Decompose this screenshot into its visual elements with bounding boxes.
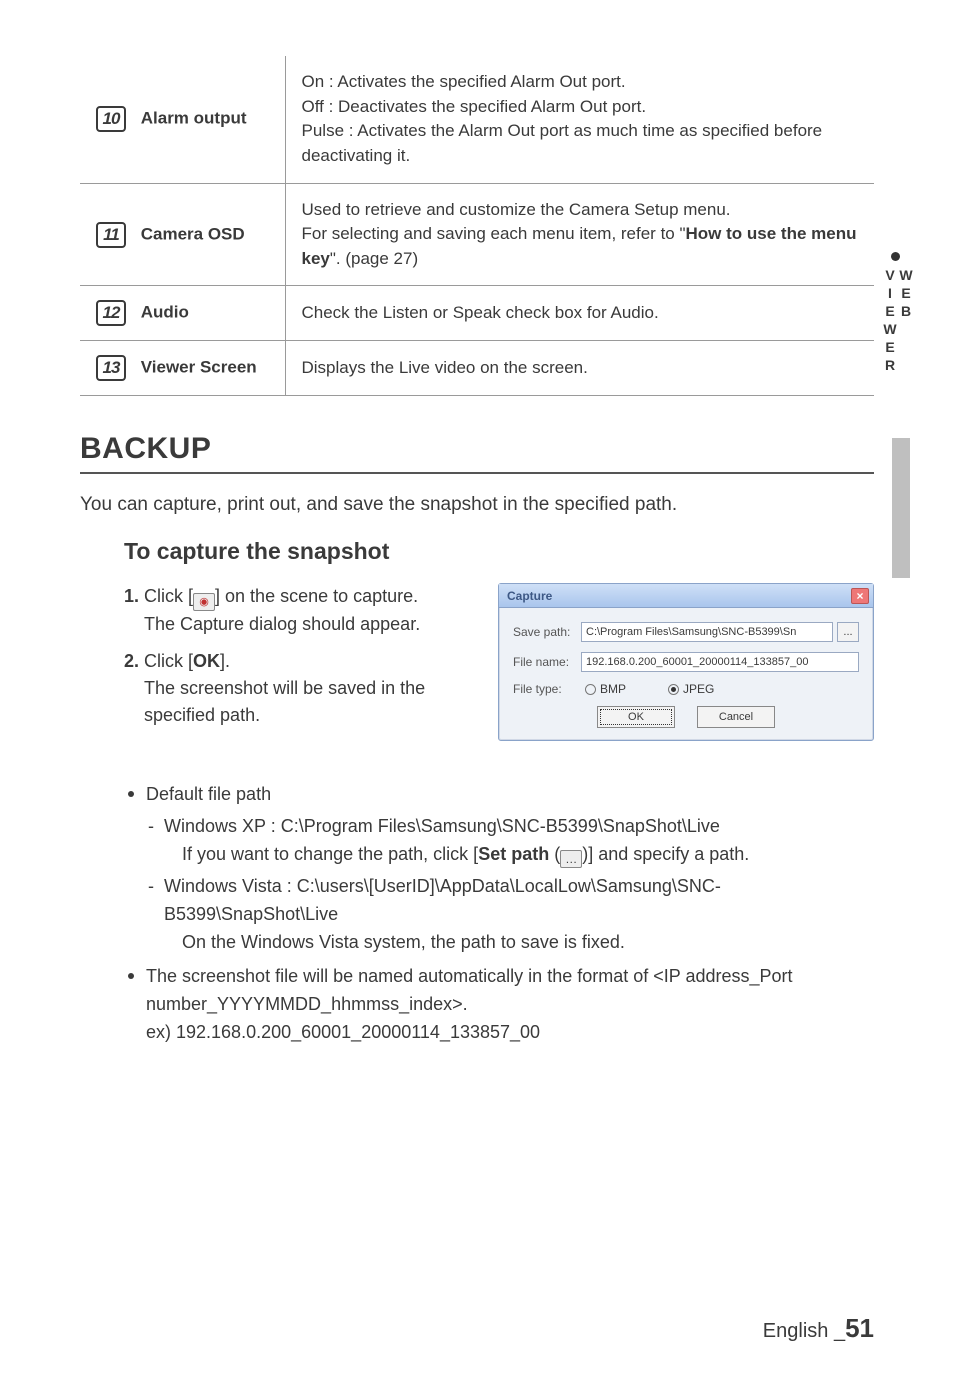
info-table: 10 Alarm output On : Activates the speci… — [80, 56, 874, 396]
row-num: 12 — [96, 300, 126, 326]
file-name-input[interactable]: 192.168.0.200_60001_20000114_133857_00 — [581, 652, 859, 672]
row-desc: For selecting and saving each menu item,… — [302, 222, 859, 271]
row-desc: On : Activates the specified Alarm Out p… — [302, 70, 859, 95]
camera-icon: ◉ — [193, 593, 215, 611]
browse-button[interactable]: ... — [837, 622, 859, 642]
step-1: 1. Click [◉] on the scene to capture. Th… — [124, 583, 474, 638]
section-title: BACKUP — [80, 432, 874, 466]
subsection-title: To capture the snapshot — [124, 538, 874, 565]
ok-button[interactable]: OK — [597, 706, 675, 728]
save-path-label: Save path: — [513, 625, 581, 639]
sub-bullet: Windows XP : C:\Program Files\Samsung\SN… — [146, 813, 874, 869]
cancel-button[interactable]: Cancel — [697, 706, 775, 728]
file-type-label: File type: — [513, 682, 581, 696]
row-desc: Used to retrieve and customize the Camer… — [302, 198, 859, 223]
row-num: 11 — [96, 222, 126, 248]
step-2: 2. Click [OK]. The screenshot will be sa… — [124, 648, 474, 729]
file-name-label: File name: — [513, 655, 581, 669]
close-icon[interactable]: × — [851, 588, 869, 604]
side-tab: WEB VIEWER — [882, 252, 908, 430]
row-desc: Check the Listen or Speak check box for … — [302, 301, 859, 326]
capture-dialog: Capture × Save path: C:\Program Files\Sa… — [498, 583, 874, 741]
row-label: Alarm output — [141, 109, 247, 128]
row-num: 10 — [96, 106, 126, 132]
sub-bullet: Windows Vista : C:\users\[UserID]\AppDat… — [146, 873, 874, 957]
row-label: Camera OSD — [141, 224, 245, 243]
radio-bmp[interactable]: BMP — [585, 682, 626, 696]
radio-jpeg[interactable]: JPEG — [668, 682, 714, 696]
bullet-item: The screenshot file will be named automa… — [124, 963, 874, 1047]
save-path-input[interactable]: C:\Program Files\Samsung\SNC-B5399\Sn — [581, 622, 833, 642]
row-label: Audio — [141, 303, 189, 322]
row-desc: Displays the Live video on the screen. — [302, 356, 859, 381]
side-tab-label: WEB VIEWER — [882, 267, 914, 445]
row-desc: Pulse : Activates the Alarm Out port as … — [302, 119, 859, 168]
ellipsis-icon: … — [560, 850, 582, 868]
intro-text: You can capture, print out, and save the… — [80, 494, 874, 516]
row-desc: Off : Deactivates the specified Alarm Ou… — [302, 95, 859, 120]
dialog-title-text: Capture — [507, 589, 552, 603]
row-label: Viewer Screen — [141, 358, 257, 377]
dot-icon — [891, 252, 900, 261]
row-num: 13 — [96, 355, 126, 381]
bullet-head: Default file path — [146, 784, 271, 804]
section-rule — [80, 472, 874, 474]
page-footer: English _51 — [763, 1313, 874, 1344]
notes-list: Default file path Windows XP : C:\Progra… — [124, 781, 874, 1046]
side-bar — [892, 438, 910, 578]
